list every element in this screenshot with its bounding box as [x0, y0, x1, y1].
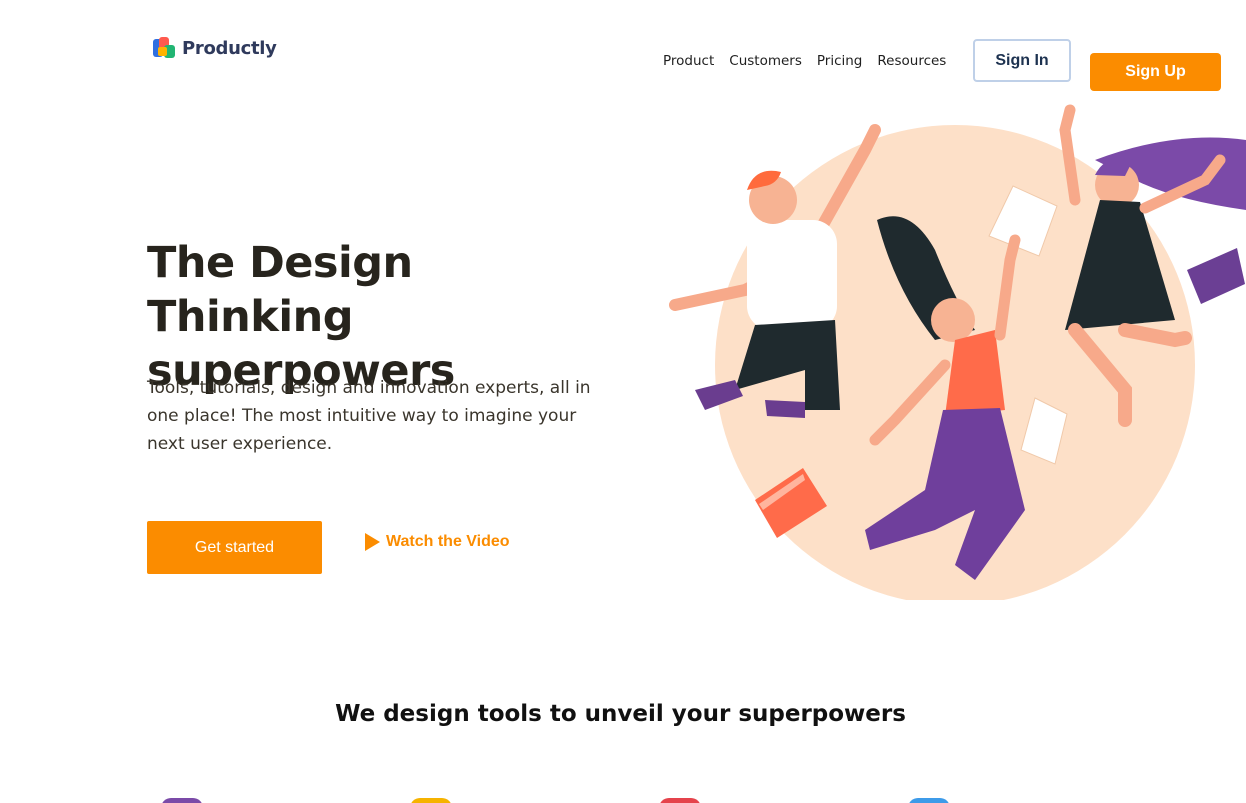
watch-video-link[interactable]: Watch the Video: [364, 533, 510, 551]
play-icon: [365, 533, 380, 551]
feature-icon-red: [659, 798, 701, 803]
logo-icon: [153, 37, 175, 58]
main-nav: Product Customers Pricing Resources: [663, 53, 946, 69]
feature-icon-purple: [161, 798, 203, 803]
sign-up-button[interactable]: Sign Up: [1090, 53, 1221, 91]
brand-logo[interactable]: Productly: [152, 36, 277, 60]
hero-subtitle: Tools, tutorials, design and innovation …: [147, 378, 591, 454]
get-started-button[interactable]: Get started: [147, 521, 322, 574]
brand-name: Productly: [182, 37, 277, 59]
feature-icon-yellow: [410, 798, 452, 803]
nav-item-product[interactable]: Product: [663, 53, 714, 69]
feature-icon-blue: [908, 798, 950, 803]
nav-item-resources[interactable]: Resources: [877, 53, 946, 69]
hero-illustration: [669, 104, 1246, 600]
nav-item-customers[interactable]: Customers: [729, 53, 802, 69]
nav-item-pricing[interactable]: Pricing: [817, 53, 863, 69]
watch-video-label: Watch the Video: [386, 533, 510, 550]
section-title: We design tools to unveil your superpowe…: [335, 701, 906, 727]
landing-page: Productly Product Customers Pricing Reso…: [0, 0, 1246, 803]
sign-in-button[interactable]: Sign In: [973, 39, 1071, 82]
